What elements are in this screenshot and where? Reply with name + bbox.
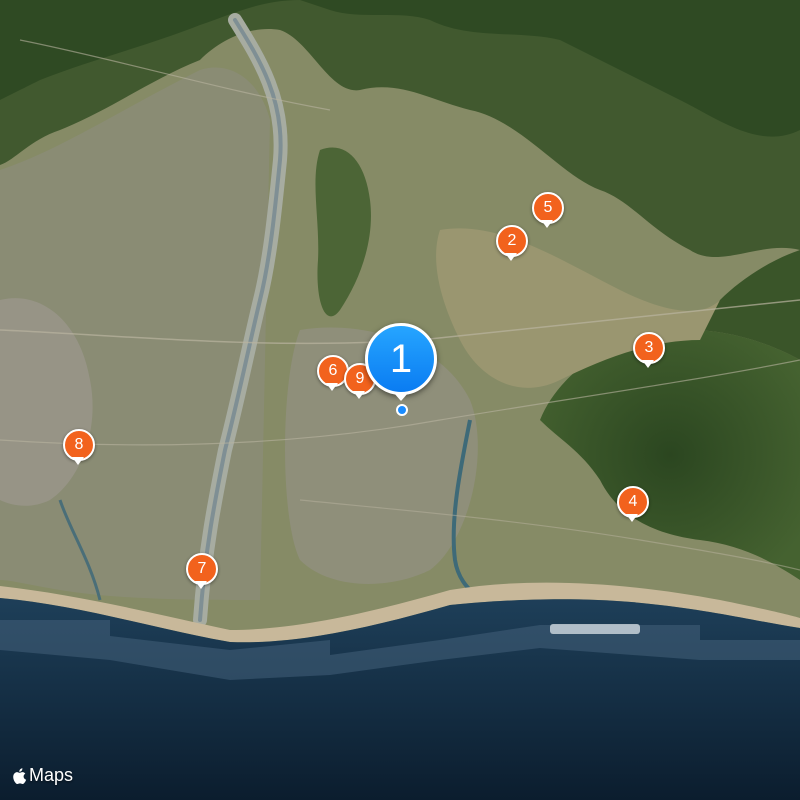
- map-marker-4[interactable]: 4: [615, 484, 649, 532]
- map-marker-1-selected[interactable]: 1: [365, 323, 439, 416]
- marker-pointer: [393, 392, 409, 401]
- surf: [550, 624, 640, 634]
- marker-label: 1: [365, 323, 437, 395]
- marker-pointer: [505, 253, 517, 261]
- marker-pointer: [626, 514, 638, 522]
- marker-pointer: [353, 391, 365, 399]
- map-marker-2[interactable]: 2: [494, 223, 528, 271]
- marker-pointer: [326, 383, 338, 391]
- marker-pointer: [72, 457, 84, 465]
- location-dot-icon: [396, 404, 408, 416]
- marker-pointer: [642, 360, 654, 368]
- maps-brand-label: Maps: [29, 765, 74, 785]
- maps-attribution[interactable]: Maps: [11, 765, 73, 786]
- map-marker-5[interactable]: 5: [530, 190, 564, 238]
- map-marker-7[interactable]: 7: [184, 551, 218, 599]
- marker-pointer: [195, 581, 207, 589]
- apple-icon: [13, 767, 27, 784]
- map-marker-3[interactable]: 3: [631, 330, 665, 378]
- map-view[interactable]: 2 5 3 4 6 9 8 7 1 Maps: [0, 0, 800, 800]
- marker-pointer: [541, 220, 553, 228]
- map-marker-8[interactable]: 8: [61, 427, 95, 475]
